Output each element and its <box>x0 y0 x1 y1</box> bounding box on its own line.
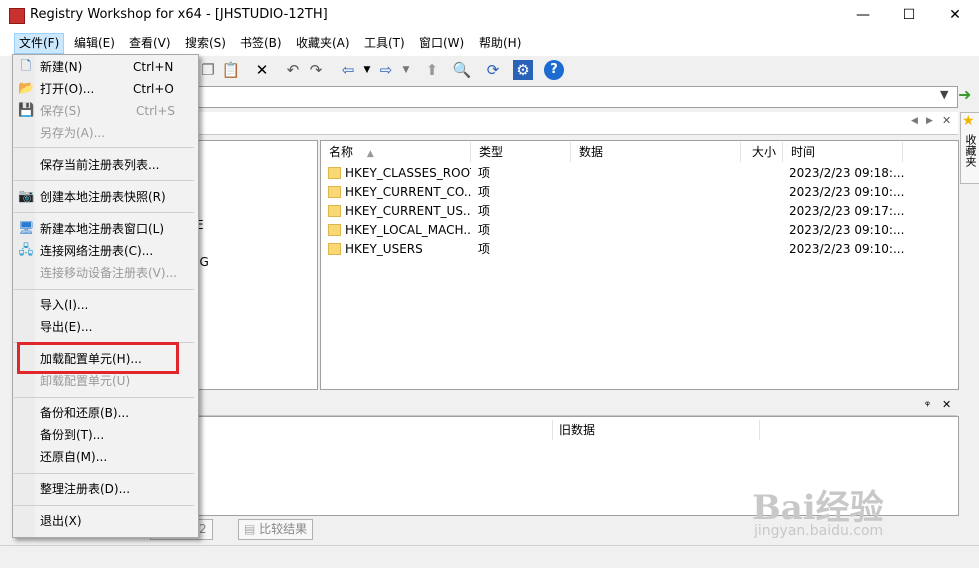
menu-separator <box>14 147 194 148</box>
close-icon: ✕ <box>949 7 961 23</box>
status-bar <box>0 545 979 568</box>
column-header-time[interactable]: 时间 <box>783 142 903 162</box>
tree-panel[interactable] <box>196 140 318 390</box>
menu-separator <box>14 289 194 290</box>
tab-compare-result[interactable]: ▤ 比较结果 <box>238 519 314 540</box>
go-arrow-icon[interactable]: ➜ <box>958 85 971 104</box>
sort-up-icon: ▲ <box>366 149 374 159</box>
column-header-type[interactable]: 类型 <box>471 142 571 162</box>
highlight-box <box>17 342 179 374</box>
menu-separator <box>14 212 194 213</box>
watermark-url: jingyan.baidu.com <box>754 523 884 539</box>
menu-separator <box>14 397 194 398</box>
menu-favorites[interactable]: 收藏夹(A) <box>292 34 354 53</box>
save-icon: 💾 <box>18 103 35 118</box>
folder-icon <box>328 167 341 179</box>
menu-item-defrag[interactable]: 整理注册表(D)... <box>40 479 130 499</box>
list-item[interactable]: HKEY_USERS 项 2023/2/23 09:10:... <box>328 240 948 259</box>
menu-search[interactable]: 搜索(S) <box>181 34 230 53</box>
menu-view[interactable]: 查看(V) <box>125 34 175 53</box>
monitor-icon: 🖥 <box>18 221 35 236</box>
menu-separator <box>14 473 194 474</box>
close-button[interactable]: ✕ <box>932 0 978 31</box>
menu-tools[interactable]: 工具(T) <box>360 34 409 53</box>
column-header-old-data[interactable]: 旧数据 <box>552 420 760 440</box>
shortcut-new: Ctrl+N <box>133 60 174 74</box>
column-header-name[interactable]: 名称 ▲ <box>321 142 471 162</box>
folder-icon <box>328 205 341 217</box>
favorites-label[interactable]: 收藏夹 <box>962 134 978 167</box>
menu-item-exit[interactable]: 退出(X) <box>40 511 82 531</box>
menu-item-export[interactable]: 导出(E)... <box>40 317 92 337</box>
menu-item-open[interactable]: 打开(O)... <box>40 79 94 99</box>
camera-icon: 📷 <box>18 189 35 204</box>
menu-icon-gutter <box>13 55 35 537</box>
column-header-data[interactable]: 数据 <box>571 142 741 162</box>
menu-item-new[interactable]: 新建(N) <box>40 57 82 77</box>
menu-window[interactable]: 窗口(W) <box>415 34 468 53</box>
menu-item-save-list[interactable]: 保存当前注册表列表... <box>40 155 159 175</box>
list-item[interactable]: HKEY_LOCAL_MACH... 项 2023/2/23 09:10:... <box>328 221 948 240</box>
history-panel-header <box>196 397 957 416</box>
menu-item-connect-mobile[interactable]: 连接移动设备注册表(V)... <box>40 263 177 283</box>
minimize-icon: — <box>856 7 870 23</box>
maximize-icon: ☐ <box>902 7 916 23</box>
menu-help[interactable]: 帮助(H) <box>475 34 525 53</box>
folder-icon <box>328 243 341 255</box>
folder-icon <box>328 224 341 236</box>
maximize-button[interactable]: ☐ <box>886 0 932 31</box>
list-item[interactable]: HKEY_CURRENT_US... 项 2023/2/23 09:17:... <box>328 202 948 221</box>
compare-icon: ▤ <box>244 522 260 536</box>
menu-item-restore-from[interactable]: 还原自(M)... <box>40 447 107 467</box>
window-title: Registry Workshop for x64 - [JHSTUDIO-12… <box>30 7 328 22</box>
panel-close-icon[interactable]: ✕ <box>942 398 951 411</box>
menu-file[interactable]: 文件(F) <box>14 33 65 54</box>
menu-item-connect-network[interactable]: 连接网络注册表(C)... <box>40 241 153 261</box>
menu-item-snapshot[interactable]: 创建本地注册表快照(R) <box>40 187 166 207</box>
shortcut-save: Ctrl+S <box>136 104 176 118</box>
new-file-icon: 🗋 <box>20 59 32 74</box>
list-item[interactable]: HKEY_CLASSES_ROOT 项 2023/2/23 09:18:... <box>328 164 948 183</box>
menu-item-import[interactable]: 导入(I)... <box>40 295 88 315</box>
star-icon: ★ <box>962 113 975 129</box>
menu-edit[interactable]: 编辑(E) <box>70 34 119 53</box>
menu-item-save-as[interactable]: 另存为(A)... <box>40 123 105 143</box>
column-header-size[interactable]: 大小 <box>741 142 783 162</box>
watermark: Bai经验 <box>752 488 884 528</box>
minimize-button[interactable]: — <box>840 0 886 31</box>
app-icon <box>9 8 25 24</box>
menu-item-save[interactable]: 保存(S) <box>40 101 81 121</box>
open-icon: 📂 <box>18 81 35 96</box>
menu-item-backup-to[interactable]: 备份到(T)... <box>40 425 104 445</box>
list-item[interactable]: HKEY_CURRENT_CO... 项 2023/2/23 09:10:... <box>328 183 948 202</box>
folder-icon <box>328 186 341 198</box>
menu-item-new-local-window[interactable]: 新建本地注册表窗口(L) <box>40 219 164 239</box>
menu-item-backup-restore[interactable]: 备份和还原(B)... <box>40 403 129 423</box>
menu-item-unload-hive[interactable]: 卸载配置单元(U) <box>40 371 130 391</box>
menu-separator <box>14 180 194 181</box>
shortcut-open: Ctrl+O <box>133 82 174 96</box>
network-icon: 🖧 <box>18 243 34 258</box>
menu-bookmarks[interactable]: 书签(B) <box>236 34 286 53</box>
menu-separator <box>14 505 194 506</box>
pin-icon[interactable]: ᵠ <box>925 398 930 412</box>
